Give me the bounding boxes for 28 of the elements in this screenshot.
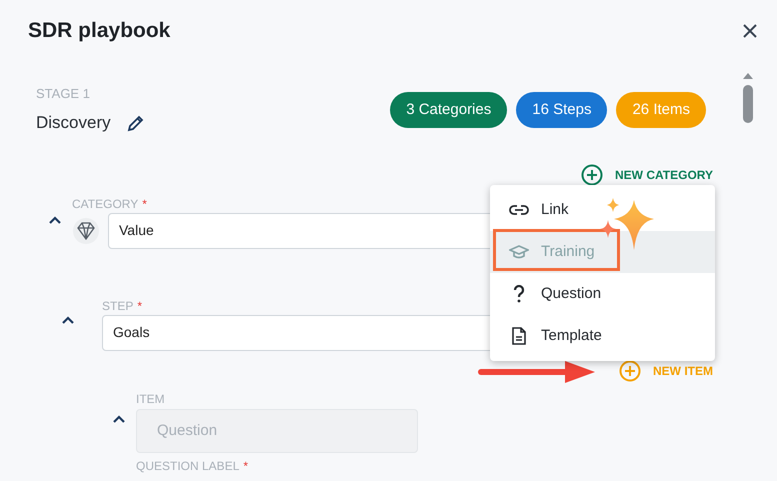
- question-mark-icon: [513, 285, 525, 303]
- required-mark: *: [243, 460, 248, 472]
- close-icon[interactable]: [743, 24, 757, 38]
- count-badge: 16 Steps: [516, 92, 608, 128]
- document-icon: [512, 327, 526, 345]
- pencil-icon[interactable]: [126, 114, 145, 132]
- scroll-up-icon[interactable]: [742, 72, 754, 80]
- item-field: Question: [136, 408, 418, 452]
- link-icon: [509, 204, 529, 216]
- count-badge: 26 Items: [616, 92, 706, 128]
- plus-circle-icon: [581, 164, 603, 186]
- field-label: QUESTION LABEL: [136, 460, 240, 472]
- stage-name: Discovery: [36, 112, 111, 134]
- count-badge: 3 Categories: [390, 92, 508, 128]
- new-category-button[interactable]: NEW CATEGORY: [581, 164, 713, 186]
- required-mark: *: [142, 198, 147, 210]
- menu-item[interactable]: Question: [490, 273, 715, 315]
- stage-label: STAGE 1: [36, 87, 91, 100]
- field-label: STEP: [102, 300, 134, 312]
- graduation-cap-icon: [509, 244, 529, 260]
- scrollbar-thumb[interactable]: [743, 85, 753, 123]
- field-label: CATEGORY: [72, 198, 138, 210]
- required-mark: *: [137, 300, 142, 312]
- plus-circle-icon: [619, 360, 641, 382]
- field-label: ITEM: [136, 392, 165, 404]
- collapse-chevron-icon[interactable]: [61, 314, 75, 324]
- collapse-chevron-icon[interactable]: [48, 214, 62, 224]
- dialog-title: SDR playbook: [28, 18, 170, 44]
